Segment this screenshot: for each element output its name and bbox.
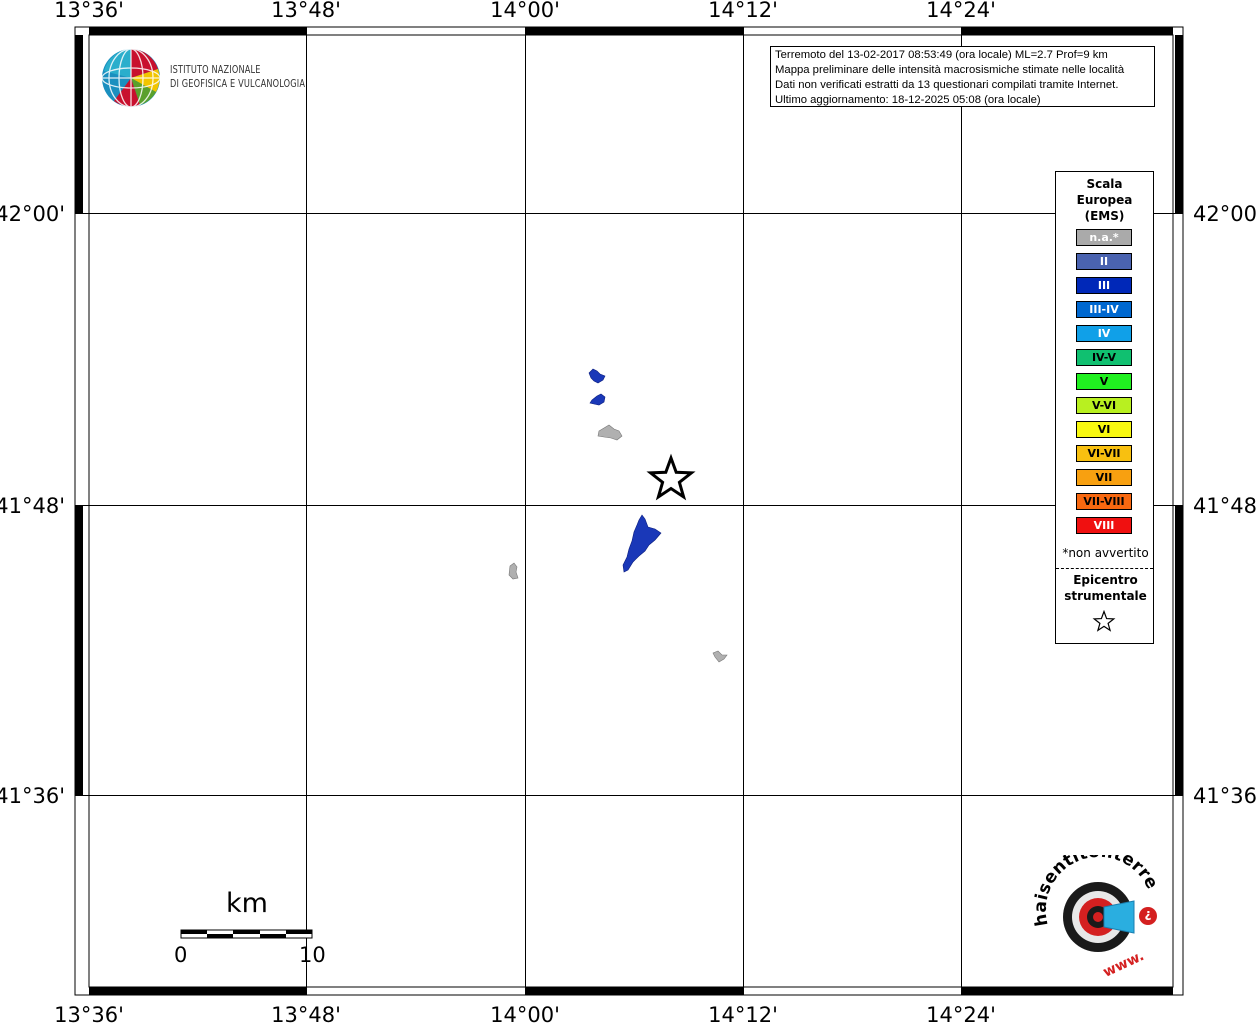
lon-label-top: 13°48' [271, 0, 341, 22]
legend-divider [1056, 568, 1153, 569]
legend-title: Scala Europea (EMS) [1056, 176, 1153, 224]
lon-label-bottom: 14°12' [708, 1003, 778, 1024]
legend-item: VII [1076, 469, 1132, 486]
event-info-line: Ultimo aggiornamento: 18-12-2025 05:08 (… [775, 94, 1041, 106]
legend-item: III [1076, 277, 1132, 294]
legend-item: VIII [1076, 517, 1132, 534]
border-scale-bottom [89, 987, 1173, 995]
lat-label-right: 42°00' [1193, 202, 1257, 226]
legend-item: VI [1076, 421, 1132, 438]
legend-item: III-IV [1076, 301, 1132, 318]
svg-text:?: ? [1144, 908, 1151, 922]
ingv-globe-logo [100, 47, 162, 113]
lon-label-bottom: 14°00' [490, 1003, 560, 1024]
border-scale-right [1175, 35, 1183, 795]
lon-label-top: 14°00' [490, 0, 560, 22]
ingv-name-line1: ISTITUTO NAZIONALE [170, 64, 261, 76]
legend-epicenter-label: Epicentro strumentale [1056, 572, 1155, 604]
legend-epicenter-line: Epicentro [1073, 573, 1138, 587]
lat-label-left: 41°36' [0, 784, 65, 808]
legend-title-line: Scala [1086, 177, 1123, 191]
lon-label-bottom: 14°24' [926, 1003, 996, 1024]
star-icon [1092, 609, 1116, 636]
ingv-name: ISTITUTO NAZIONALE DI GEOFISICA E VULCAN… [170, 63, 305, 91]
legend-item: VI-VII [1076, 445, 1132, 462]
legend-note: *non avvertito [1062, 546, 1149, 560]
event-info-line: Mappa preliminare delle intensità macros… [775, 64, 1125, 76]
event-info-line: Dati non verificati estratti da 13 quest… [775, 79, 1119, 91]
border-scale-top [89, 27, 1173, 35]
lon-label-bottom: 13°48' [271, 1003, 341, 1024]
scale-bar-unit: km [226, 888, 268, 919]
intensity-legend: Scala Europea (EMS) n.a.* II III III-IV IV IV… [1055, 171, 1154, 644]
lon-label-top: 13°36' [54, 0, 124, 22]
lon-label-bottom: 13°36' [54, 1003, 124, 1024]
lat-label-right: 41°48' [1193, 494, 1257, 518]
legend-items: n.a.* II III III-IV IV IV-V V V-VI VI VI-VII VII VI… [1076, 229, 1132, 541]
lon-label-top: 14°12' [708, 0, 778, 22]
legend-item: n.a.* [1076, 229, 1132, 246]
lat-label-left: 41°48' [0, 494, 65, 518]
lat-label-left: 42°00' [0, 202, 65, 226]
scale-bar [180, 929, 313, 939]
legend-item: VII-VIII [1076, 493, 1132, 510]
legend-title-line: Europea [1076, 193, 1133, 207]
haisentito-logo-www: www. [1101, 948, 1147, 980]
lon-label-top: 14°24' [926, 0, 996, 22]
legend-epicenter-line: strumentale [1064, 589, 1147, 603]
map-frame [88, 34, 1174, 988]
legend-item: V-VI [1076, 397, 1132, 414]
haisentito-logo: haisentitoilterremoto.it ? www. [1021, 840, 1170, 984]
scale-bar-min: 0 [174, 943, 188, 967]
event-info-line: Terremoto del 13-02-2017 08:53:49 (ora l… [775, 49, 1108, 61]
ingv-name-line2: DI GEOFISICA E VULCANOLOGIA [170, 78, 306, 90]
legend-item: IV [1076, 325, 1132, 342]
lat-label-right: 41°36' [1193, 784, 1257, 808]
legend-title-line: (EMS) [1084, 209, 1125, 223]
legend-item: IV-V [1076, 349, 1132, 366]
legend-item: II [1076, 253, 1132, 270]
legend-item: V [1076, 373, 1132, 390]
event-info-box: Terremoto del 13-02-2017 08:53:49 (ora l… [770, 46, 1155, 107]
scale-bar-max: 10 [299, 943, 326, 967]
border-scale-left [75, 35, 83, 795]
